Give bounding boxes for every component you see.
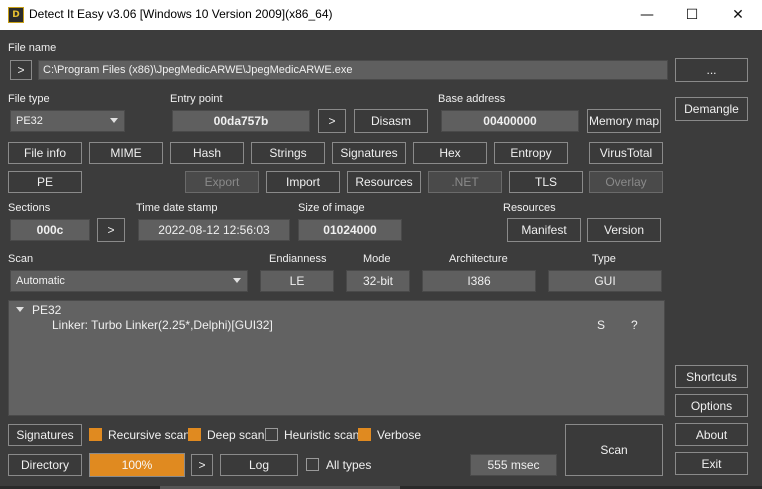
info-help-button[interactable]: ? bbox=[631, 318, 638, 332]
title-bar: D Detect It Easy v3.06 [Windows 10 Versi… bbox=[0, 0, 762, 30]
app-logo-icon: D bbox=[8, 7, 24, 23]
disasm-button[interactable]: Disasm bbox=[354, 109, 428, 133]
hex-button[interactable]: Hex bbox=[413, 142, 487, 164]
recursive-scan-checkbox[interactable] bbox=[89, 428, 102, 441]
type-label: Type bbox=[592, 253, 616, 265]
shortcuts-button[interactable]: Shortcuts bbox=[675, 365, 748, 388]
options-button[interactable]: Options bbox=[675, 394, 748, 417]
overlay-button[interactable]: Overlay bbox=[589, 171, 663, 193]
heuristic-scan-label: Heuristic scan bbox=[284, 428, 360, 442]
timestamp-field[interactable]: 2022-08-12 12:56:03 bbox=[138, 219, 290, 241]
file-type-label: File type bbox=[8, 93, 50, 105]
architecture-label: Architecture bbox=[449, 253, 508, 265]
base-address-field[interactable]: 00400000 bbox=[441, 110, 579, 132]
sections-label: Sections bbox=[8, 202, 51, 214]
base-address-label: Base address bbox=[438, 93, 506, 105]
hash-button[interactable]: Hash bbox=[170, 142, 244, 164]
resources-label: Resources bbox=[503, 202, 556, 214]
about-button[interactable]: About bbox=[675, 423, 748, 446]
dotnet-button[interactable]: .NET bbox=[428, 171, 502, 193]
window-title: Detect It Easy v3.06 [Windows 10 Version… bbox=[29, 7, 333, 21]
endianness-field: LE bbox=[260, 270, 334, 292]
entry-point-label: Entry point bbox=[170, 93, 223, 105]
resources-tool-button[interactable]: Resources bbox=[347, 171, 421, 193]
verbose-label: Verbose bbox=[377, 428, 422, 442]
all-types-label: All types bbox=[326, 458, 372, 472]
file-type-value: PE32 bbox=[16, 115, 43, 127]
log-button[interactable]: Log bbox=[220, 454, 298, 476]
entropy-button[interactable]: Entropy bbox=[494, 142, 568, 164]
exit-button[interactable]: Exit bbox=[675, 452, 748, 475]
demangle-button[interactable]: Demangle bbox=[675, 97, 748, 121]
sections-field[interactable]: 000c bbox=[10, 219, 90, 241]
heuristic-scan-checkbox[interactable] bbox=[265, 428, 278, 441]
scan-button[interactable]: Scan bbox=[565, 424, 663, 476]
scan-time-field: 555 msec bbox=[470, 454, 557, 476]
strings-button[interactable]: Strings bbox=[251, 142, 325, 164]
deep-scan-label: Deep scan bbox=[207, 428, 265, 442]
close-button[interactable]: ✕ bbox=[715, 0, 761, 30]
browse-button[interactable]: ... bbox=[675, 58, 748, 82]
verbose-checkbox[interactable] bbox=[358, 428, 371, 441]
architecture-field: I386 bbox=[422, 270, 536, 292]
minimize-button[interactable]: — bbox=[624, 0, 670, 30]
all-types-checkbox[interactable] bbox=[306, 458, 319, 471]
manifest-button[interactable]: Manifest bbox=[507, 218, 581, 242]
tls-button[interactable]: TLS bbox=[509, 171, 583, 193]
directory-button[interactable]: Directory bbox=[8, 454, 82, 476]
virustotal-button[interactable]: VirusTotal bbox=[589, 142, 663, 164]
export-button[interactable]: Export bbox=[185, 171, 259, 193]
scan-progress-bar: 100% bbox=[89, 453, 185, 477]
scan-label: Scan bbox=[8, 253, 34, 265]
recursive-scan-label: Recursive scan bbox=[108, 428, 191, 442]
timestamp-label: Time date stamp bbox=[136, 202, 218, 214]
expand-arrow-icon[interactable] bbox=[16, 307, 24, 312]
results-tree[interactable]: PE32 Linker: Turbo Linker(2.25*,Delphi)[… bbox=[8, 300, 665, 416]
entry-point-field[interactable]: 00da757b bbox=[172, 110, 310, 132]
scan-mode-value: Automatic bbox=[16, 275, 65, 287]
import-button[interactable]: Import bbox=[266, 171, 340, 193]
mime-button[interactable]: MIME bbox=[89, 142, 163, 164]
entry-point-go-button[interactable]: > bbox=[318, 109, 346, 133]
type-field: GUI bbox=[548, 270, 662, 292]
result-root[interactable]: PE32 bbox=[32, 303, 61, 317]
size-of-image-field[interactable]: 01024000 bbox=[298, 219, 402, 241]
mode-field: 32-bit bbox=[346, 270, 410, 292]
file-type-select[interactable]: PE32 bbox=[10, 110, 125, 132]
signatures-button[interactable]: Signatures bbox=[8, 424, 82, 446]
chevron-down-icon bbox=[233, 278, 241, 283]
deep-scan-checkbox[interactable] bbox=[188, 428, 201, 441]
open-file-arrow-button[interactable]: > bbox=[10, 60, 32, 80]
mode-label: Mode bbox=[363, 253, 391, 265]
endianness-label: Endianness bbox=[269, 253, 327, 265]
file-name-label: File name bbox=[8, 42, 57, 54]
scan-mode-select[interactable]: Automatic bbox=[10, 270, 248, 292]
file-path-field[interactable]: C:\Program Files (x86)\JpegMedicARWE\Jpe… bbox=[38, 60, 668, 80]
pe-button[interactable]: PE bbox=[8, 171, 82, 193]
version-button[interactable]: Version bbox=[587, 218, 661, 242]
sections-go-button[interactable]: > bbox=[97, 218, 125, 242]
memory-map-button[interactable]: Memory map bbox=[587, 109, 661, 133]
result-detection[interactable]: Linker: Turbo Linker(2.25*,Delphi)[GUI32… bbox=[52, 318, 273, 332]
chevron-down-icon bbox=[110, 118, 118, 123]
signature-source-button[interactable]: S bbox=[597, 318, 605, 332]
maximize-button[interactable]: ☐ bbox=[669, 0, 715, 30]
progress-go-button[interactable]: > bbox=[191, 454, 213, 476]
file-info-button[interactable]: File info bbox=[8, 142, 82, 164]
signatures-tool-button[interactable]: Signatures bbox=[332, 142, 406, 164]
size-of-image-label: Size of image bbox=[298, 202, 365, 214]
